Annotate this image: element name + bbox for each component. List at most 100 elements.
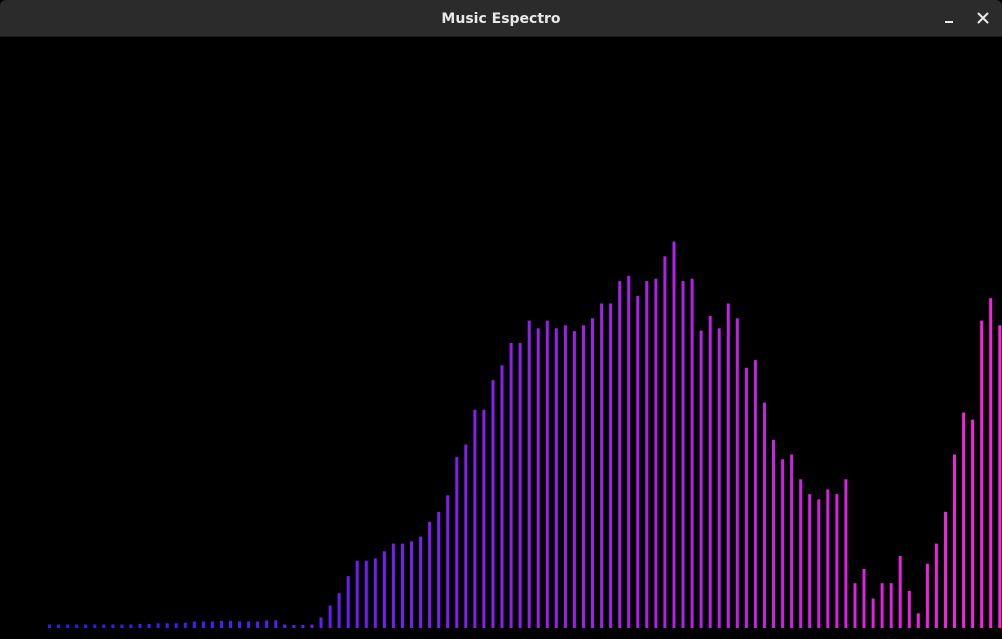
spectrum-bar	[491, 380, 495, 628]
spectrum-bar	[201, 621, 205, 628]
spectrum-bar	[346, 576, 350, 628]
spectrum-bar	[790, 454, 794, 628]
spectrum-bar	[889, 583, 893, 628]
spectrum-bar	[57, 624, 60, 628]
spectrum-bar	[437, 511, 441, 628]
spectrum-bar	[183, 622, 187, 628]
spectrum-bar	[944, 511, 947, 628]
close-icon	[977, 12, 989, 24]
minimize-button[interactable]	[937, 6, 961, 30]
spectrum-bar	[238, 621, 242, 628]
spectrum-bar	[934, 543, 938, 628]
spectrum-bar	[48, 624, 51, 628]
spectrum-bar	[536, 328, 540, 628]
spectrum-bar	[563, 325, 567, 628]
spectrum-bar	[84, 624, 88, 628]
spectrum-bar	[428, 521, 432, 628]
spectrum-bar	[509, 343, 513, 628]
spectrum-bar	[66, 624, 70, 628]
spectrum-bar	[880, 583, 884, 628]
spectrum-bar	[337, 593, 341, 628]
spectrum-bar	[129, 624, 133, 628]
spectrum-bar	[247, 621, 251, 628]
spectrum-bar	[147, 623, 151, 628]
spectrum-bar	[382, 551, 386, 628]
spectrum-bar	[319, 617, 323, 628]
spectrum-bar	[772, 439, 775, 628]
spectrum-bar	[220, 620, 223, 628]
spectrum-bar	[582, 325, 585, 628]
spectrum-bar	[971, 419, 975, 628]
spectrum-bar	[165, 623, 169, 628]
window-title: Music Espectro	[441, 11, 561, 27]
spectrum-bar	[654, 278, 658, 628]
spectrum-bar	[717, 328, 721, 628]
spectrum-bar	[690, 278, 694, 628]
spectrum-bar	[591, 318, 594, 629]
spectrum-bar	[817, 499, 821, 628]
minimize-icon	[945, 21, 953, 23]
title-bar[interactable]: Music Espectro	[0, 0, 1002, 37]
spectrum-bar	[672, 241, 676, 628]
spectrum-bar	[527, 320, 531, 628]
spectrum-bar	[464, 444, 468, 628]
spectrum-bar	[844, 479, 848, 628]
spectrum-bar	[364, 560, 368, 628]
spectrum-bar	[799, 479, 803, 628]
spectrum-bar	[283, 624, 287, 628]
spectrum-bar	[401, 543, 404, 628]
spectrum-bar	[609, 303, 613, 628]
spectrum-bar	[500, 365, 504, 628]
spectrum-bar	[925, 563, 929, 628]
spectrum-bar	[138, 623, 142, 628]
spectrum-bar	[274, 620, 278, 628]
spectrum-bar	[853, 583, 857, 628]
spectrum-bar	[355, 560, 359, 628]
spectrum-bar	[916, 613, 920, 629]
spectrum-bar	[962, 412, 966, 628]
spectrum-bar	[192, 621, 196, 628]
spectrum-bar	[636, 295, 640, 628]
spectrum-bar	[111, 624, 115, 628]
spectrum-bar	[699, 330, 703, 628]
spectrum-bar	[301, 625, 305, 628]
spectrum-bar	[835, 494, 839, 628]
spectrum-bar	[744, 367, 748, 628]
spectrum-bar	[989, 298, 993, 628]
spectrum-bar	[763, 402, 766, 628]
spectrum-bar	[455, 456, 459, 628]
spectrum-bar	[391, 543, 395, 628]
spectrum-chart	[48, 241, 1002, 629]
spectrum-bar	[473, 409, 477, 628]
spectrum-bar	[781, 459, 785, 628]
spectrum-bar	[735, 318, 739, 629]
spectrum-bar	[898, 556, 902, 628]
spectrum-bar	[229, 620, 232, 628]
spectrum-bar	[554, 328, 558, 628]
spectrum-bar	[328, 605, 332, 628]
spectrum-bar	[265, 620, 269, 628]
app-window: Music Espectro	[0, 0, 1002, 639]
spectrum-bar	[826, 489, 830, 629]
spectrum-bar	[545, 320, 549, 628]
spectrum-bar	[871, 598, 875, 628]
spectrum-bar	[75, 624, 79, 628]
spectrum-bar	[600, 303, 604, 628]
spectrum-bar	[120, 624, 124, 628]
spectrum-bar	[93, 624, 97, 628]
spectrum-bar	[708, 315, 712, 628]
spectrum-bar	[645, 281, 649, 628]
spectrum-bar	[980, 320, 984, 628]
spectrum-bar	[518, 343, 522, 628]
close-button[interactable]	[971, 6, 995, 30]
spectrum-bar	[862, 569, 866, 628]
spectrum-bar	[174, 623, 178, 628]
spectrum-bar	[753, 360, 757, 628]
spectrum-bar	[726, 303, 730, 628]
spectrum-bar	[681, 281, 685, 628]
spectrum-bar	[907, 590, 911, 628]
spectrum-visualizer	[0, 37, 1002, 639]
spectrum-bar	[419, 536, 423, 629]
spectrum-bar	[572, 331, 576, 628]
spectrum-bar	[627, 275, 631, 628]
